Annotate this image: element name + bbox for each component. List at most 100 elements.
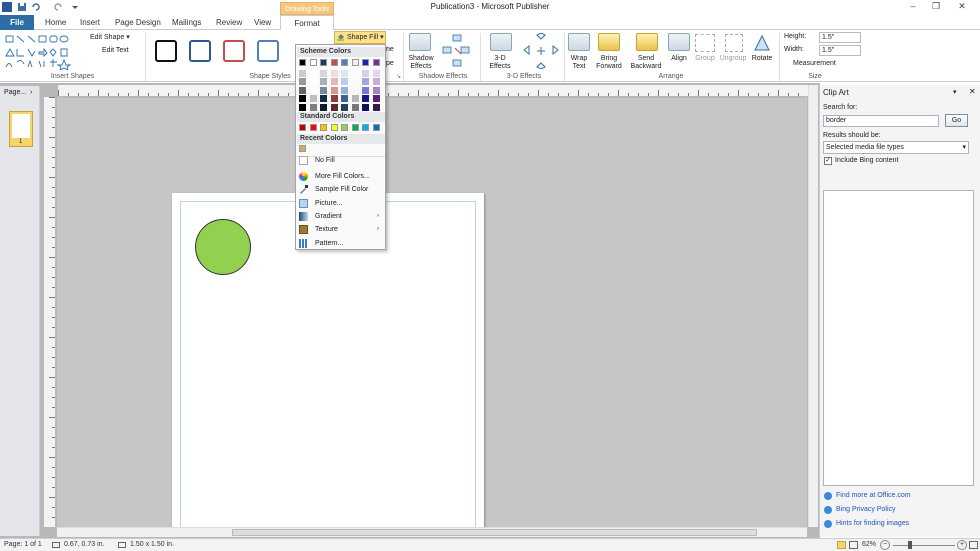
scheme-color-swatch[interactable] [362,103,369,111]
scheme-color-swatch[interactable] [299,59,306,66]
scheme-color-swatch[interactable] [309,69,317,77]
scheme-color-swatch[interactable] [372,95,380,102]
tab-home[interactable]: Home [45,18,66,27]
scheme-color-swatch[interactable] [362,59,369,66]
scheme-color-swatch[interactable] [372,86,380,94]
shape-style-3[interactable] [223,40,245,62]
scheme-color-swatch[interactable] [299,69,306,77]
ungroup-button[interactable]: Ungroup [716,55,750,62]
dialog-launcher-icon[interactable]: ↘ [396,73,401,80]
recent-color-swatch[interactable] [299,145,306,152]
hints-link[interactable]: Hints for finding images [836,520,909,527]
scheme-color-swatch[interactable] [330,69,338,77]
scheme-color-swatch[interactable] [320,95,327,102]
scheme-color-swatch[interactable] [299,103,306,111]
height-field[interactable]: 1.5" [819,32,861,43]
scheme-color-swatch[interactable] [341,86,348,94]
scheme-color-swatch[interactable] [351,86,359,94]
tab-mailings[interactable]: Mailings [172,18,201,27]
3d-effects-button[interactable]: 3-D Effects [484,55,516,71]
wrap-text-icon[interactable] [568,33,590,51]
zoom-level[interactable]: 62% [862,541,876,548]
rotate-button[interactable]: Rotate [749,55,775,62]
circle-shape[interactable] [195,219,251,275]
scheme-color-swatch[interactable] [362,69,369,77]
3d-tilt-controls[interactable] [521,33,561,71]
send-backward-icon[interactable] [636,33,658,51]
go-button[interactable]: Go [945,114,968,127]
scheme-color-swatch[interactable] [351,78,359,85]
scheme-color-swatch[interactable] [309,86,317,94]
scheme-color-swatch[interactable] [362,86,369,94]
collapse-pane-icon[interactable]: › [30,89,32,96]
standard-color-swatch[interactable] [309,124,317,131]
align-icon[interactable] [668,33,690,51]
measurement-button[interactable]: Measurement [793,60,836,67]
include-bing-checkbox[interactable]: ✓ [824,157,832,165]
scheme-color-swatch[interactable] [330,103,338,111]
scheme-color-swatch[interactable] [309,59,317,66]
group-button[interactable]: Group [692,55,718,62]
edit-shape-button[interactable]: Edit Shape ▾ [90,33,130,41]
scheme-color-swatch[interactable] [299,95,306,102]
shape-fill-button[interactable]: Shape Fill ▾ [334,31,386,44]
scheme-color-swatch[interactable] [341,69,348,77]
scheme-color-swatch[interactable] [320,78,327,85]
standard-color-swatch[interactable] [372,124,380,131]
scheme-color-swatch[interactable] [309,95,317,102]
scheme-color-swatch[interactable] [351,103,359,111]
3d-effects-icon[interactable] [490,33,512,51]
scroll-thumb[interactable] [232,529,757,536]
tab-view[interactable]: View [254,18,271,27]
standard-color-swatch[interactable] [362,124,369,131]
pattern-item[interactable]: Pattern... [315,240,343,247]
scheme-color-swatch[interactable] [309,103,317,111]
tab-format[interactable]: Format [280,15,334,31]
tab-file[interactable]: File [0,15,34,30]
scheme-color-swatch[interactable] [362,78,369,85]
scheme-color-swatch[interactable] [372,59,380,66]
scheme-color-swatch[interactable] [320,86,327,94]
tab-page-design[interactable]: Page Design [115,18,161,27]
scheme-color-swatch[interactable] [341,59,348,66]
single-page-view-icon[interactable] [837,541,846,549]
zoom-slider-thumb[interactable] [908,541,912,549]
pane-close-icon[interactable]: ✕ [969,87,976,96]
scheme-color-swatch[interactable] [341,103,348,111]
scheme-color-swatch[interactable] [330,59,338,66]
bring-forward-icon[interactable] [598,33,620,51]
scheme-color-swatch[interactable] [330,86,338,94]
vertical-scrollbar[interactable] [808,85,818,527]
edit-text-button[interactable]: Edit Text [102,47,129,54]
scheme-color-swatch[interactable] [372,103,380,111]
bing-privacy-link[interactable]: Bing Privacy Policy [836,506,896,513]
zoom-slider[interactable] [893,545,955,546]
office-link[interactable]: Find more at Office.com [836,492,911,499]
width-field[interactable]: 1.5" [819,45,861,56]
scheme-color-swatch[interactable] [299,78,306,85]
two-page-view-icon[interactable] [849,541,858,549]
scheme-color-swatch[interactable] [330,95,338,102]
fit-page-icon[interactable] [969,541,978,549]
shape-style-2[interactable] [189,40,211,62]
clip-art-results[interactable] [823,190,974,486]
rotate-icon[interactable] [752,33,772,53]
scheme-color-swatch[interactable] [320,103,327,111]
standard-color-swatch[interactable] [351,124,359,131]
tab-review[interactable]: Review [216,18,242,27]
shape-outline-partial[interactable]: ne [386,46,394,53]
scheme-color-swatch[interactable] [341,95,348,102]
scheme-color-swatch[interactable] [362,95,369,102]
close-button[interactable]: ✕ [952,1,972,12]
clip-art-search-input[interactable]: border [823,115,939,127]
scheme-color-swatch[interactable] [309,78,317,85]
standard-color-swatch[interactable] [299,124,306,131]
horizontal-scrollbar[interactable] [57,527,807,537]
zoom-out-button[interactable]: − [880,540,890,550]
picture-item[interactable]: Picture... [315,200,343,207]
shapes-gallery[interactable] [4,34,82,71]
scheme-color-swatch[interactable] [341,78,348,85]
tab-insert[interactable]: Insert [80,18,100,27]
scheme-color-swatch[interactable] [372,69,380,77]
zoom-in-button[interactable]: + [957,540,967,550]
